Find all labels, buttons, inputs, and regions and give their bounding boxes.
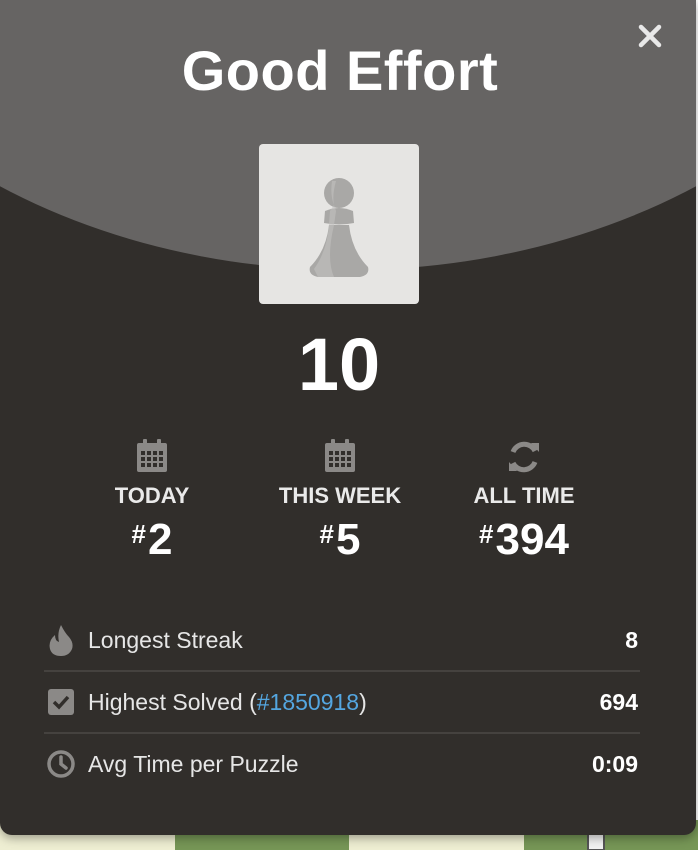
puzzle-result-modal: Good Effort 10 TODAY #2 THIS WEEK #5 ALL… [0, 0, 696, 835]
puzzle-score: 10 [297, 323, 381, 406]
pawn-icon [309, 178, 369, 277]
rank-value: #2 [131, 515, 173, 564]
stat-label: Avg Time per Puzzle [88, 750, 299, 777]
refresh-icon [509, 441, 539, 473]
rank-this-week: THIS WEEK #5 [240, 438, 440, 568]
rank-today: TODAY #2 [52, 438, 252, 568]
stat-value: 0:09 [591, 750, 638, 777]
rank-value: #394 [479, 515, 569, 564]
calendar-icon [325, 439, 355, 472]
stat-row-highest-solved: Highest Solved (#1850918) 694 [44, 672, 640, 734]
rank-label: TODAY [114, 483, 190, 508]
checkbox-icon [48, 689, 74, 715]
rank-label: THIS WEEK [278, 483, 402, 508]
puzzle-link[interactable]: #1850918 [257, 689, 359, 715]
rank-value: #5 [319, 515, 361, 564]
stat-value: 8 [625, 626, 638, 653]
stat-label: Highest Solved (#1850918) [88, 688, 367, 715]
stat-row-avg-time: Avg Time per Puzzle 0:09 [44, 734, 640, 794]
stat-value: 694 [599, 688, 638, 715]
modal-title: Good Effort [181, 39, 499, 102]
stats-list: Longest Streak 8 Highest Solved (#185091… [44, 610, 640, 794]
stat-label: Longest Streak [88, 626, 243, 653]
clock-icon [47, 750, 75, 778]
stat-row-longest-streak: Longest Streak 8 [44, 610, 640, 672]
flame-icon [49, 625, 73, 656]
pawn-card [259, 144, 419, 304]
rank-all-time: ALL TIME #394 [424, 438, 624, 568]
rank-label: ALL TIME [473, 483, 575, 508]
calendar-icon [137, 439, 167, 472]
